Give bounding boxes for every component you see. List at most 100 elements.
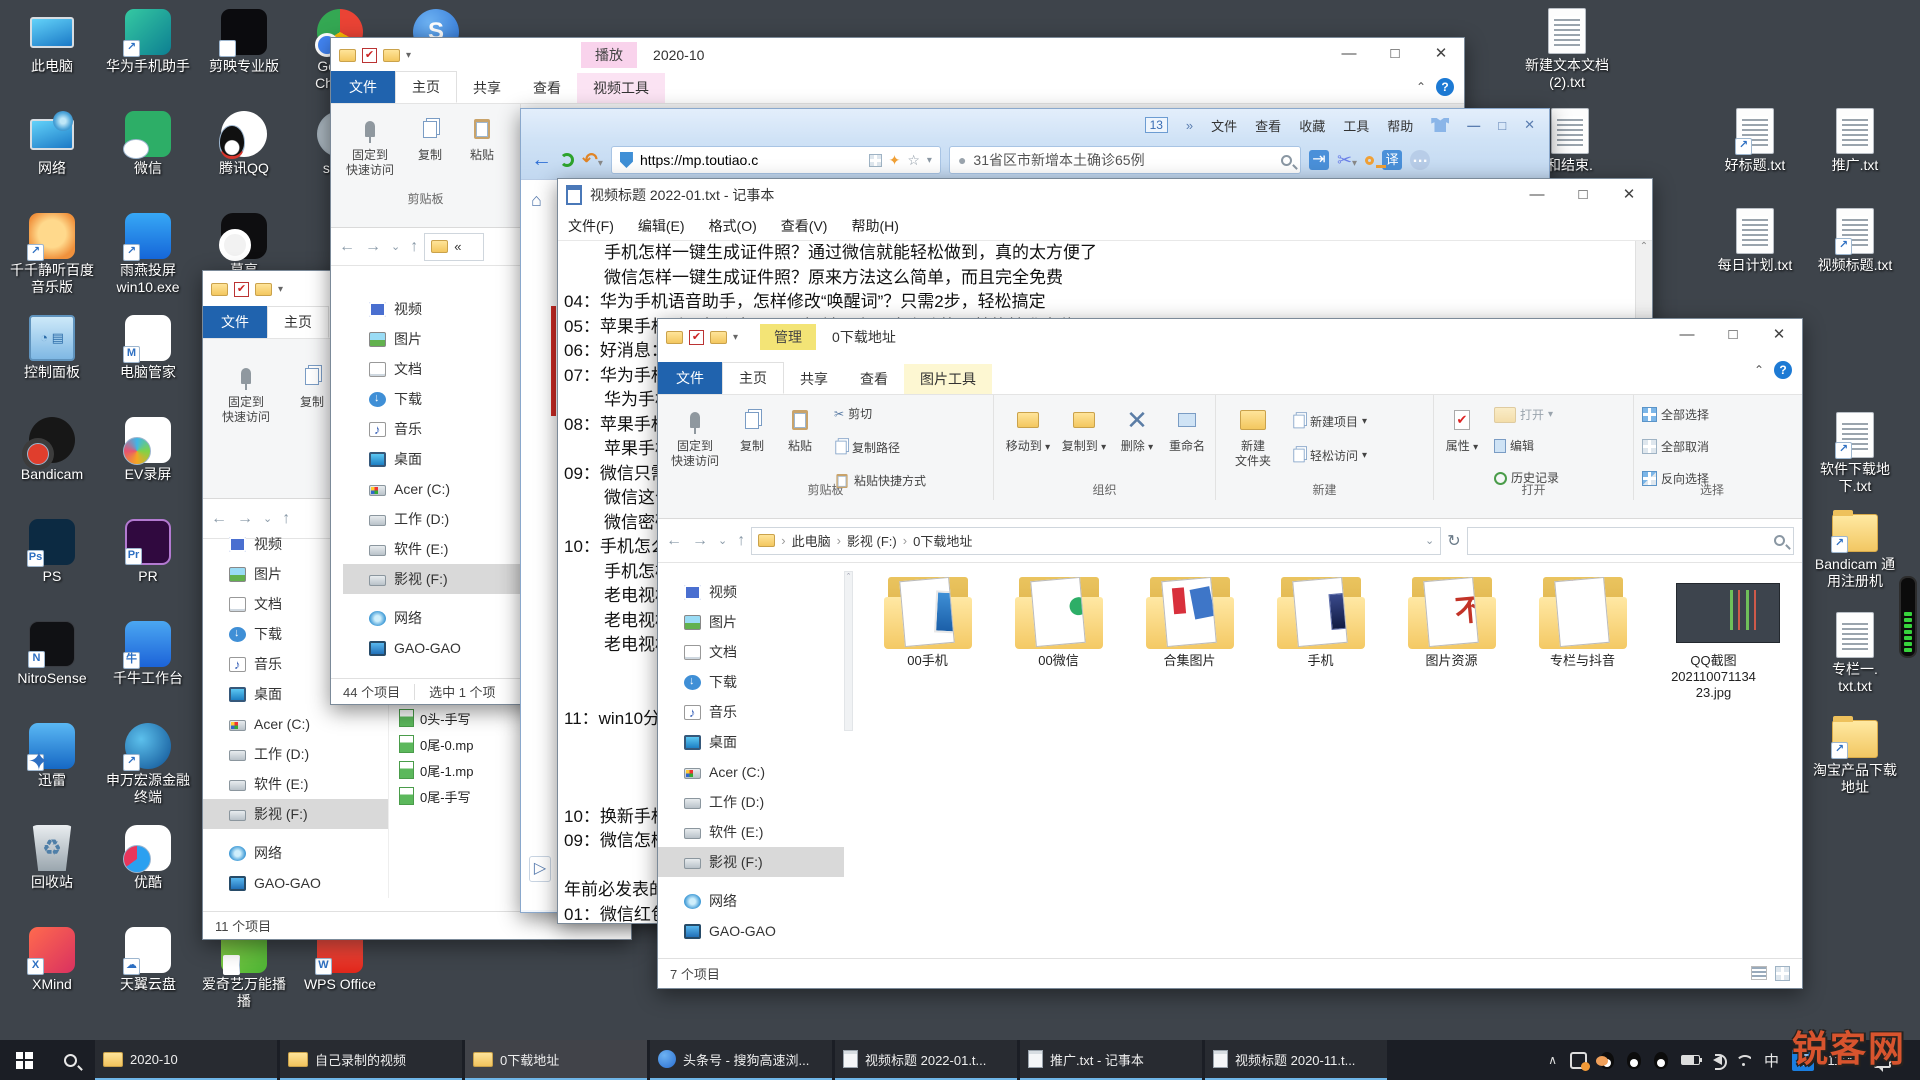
desktop-icon-bandicam-reg[interactable]: Bandicam 通 用注册机 xyxy=(1807,510,1903,590)
minimize-button[interactable]: — xyxy=(1514,179,1560,211)
menu-help[interactable]: 帮助 xyxy=(1387,116,1413,135)
minimize-button[interactable]: — xyxy=(1326,38,1372,72)
folder-icon[interactable] xyxy=(710,331,727,344)
more-options-icon[interactable]: … xyxy=(1410,150,1430,170)
file-area[interactable]: 00手机 00微信 合集图片 手机 图片资源 xyxy=(862,571,1794,701)
close-button[interactable]: ✕ xyxy=(1524,117,1535,133)
desktop-icon[interactable]: PR xyxy=(100,514,196,616)
menu-format[interactable]: 格式(O) xyxy=(709,216,757,236)
skin-icon[interactable] xyxy=(1431,118,1449,132)
desktop-icon[interactable]: 剪映专业版 xyxy=(196,4,292,106)
nav-item[interactable]: 视频 xyxy=(658,577,844,607)
tab-view[interactable]: 查看 xyxy=(517,73,577,103)
move-to-button[interactable]: 移动到 ▾ xyxy=(1000,403,1056,455)
folder-item[interactable]: 手机 xyxy=(1255,571,1386,701)
desktop-icon-tuiguang[interactable]: 推广.txt xyxy=(1807,108,1903,174)
nav-item[interactable]: 桌面 xyxy=(658,727,844,757)
menu-file[interactable]: 文件(F) xyxy=(568,216,614,236)
taskbar-window-button[interactable]: 0下载地址 xyxy=(465,1040,647,1080)
copy-button[interactable]: 复制 xyxy=(728,403,776,454)
maximize-button[interactable]: □ xyxy=(1498,118,1506,133)
pin-to-quick-access-button[interactable]: 固定到快速访问 xyxy=(215,359,277,425)
folder-icon[interactable] xyxy=(211,283,228,296)
select-all-button[interactable]: 全部选择 xyxy=(1642,407,1709,422)
url-bar[interactable]: https://mp.toutiao.c ✦ ☆ ▾ xyxy=(611,146,941,174)
nav-item[interactable]: Acer (C:) xyxy=(658,757,844,787)
details-view-icon[interactable] xyxy=(1751,966,1767,980)
desktop-icon-shipinbiaoti[interactable]: 视频标题.txt xyxy=(1807,208,1903,274)
search-hotword[interactable]: 31省区市新增本土确诊65例 xyxy=(973,150,1274,170)
tab-home[interactable]: 主页 xyxy=(267,306,329,338)
sync-tray-icon[interactable] xyxy=(1570,1052,1587,1069)
taskbar-window-button[interactable]: 推广.txt - 记事本 xyxy=(1020,1040,1202,1080)
hidden-icons-chevron[interactable]: ∧ xyxy=(1548,1053,1557,1067)
titlebar[interactable]: 视频标题 2022-01.txt - 记事本 — □ ✕ xyxy=(558,179,1652,211)
nav-item[interactable]: 音乐 xyxy=(343,414,529,444)
chevron-down-icon[interactable]: ▾ xyxy=(406,50,411,61)
tab-file[interactable]: 文件 xyxy=(203,306,267,338)
screenshot-scissors-icon[interactable]: ✂▾ xyxy=(1337,150,1357,171)
nav-item[interactable]: 影视 (F:) xyxy=(203,799,388,829)
nav-item[interactable]: 下载 xyxy=(658,667,844,697)
close-button[interactable]: ✕ xyxy=(1756,319,1802,355)
pin-to-quick-access-button[interactable]: 固定到快速访问 xyxy=(339,112,401,178)
taskbar-window-button[interactable]: 自己录制的视频 xyxy=(280,1040,462,1080)
volume-icon[interactable] xyxy=(1713,1055,1722,1065)
folder-item[interactable]: 合集图片 xyxy=(1124,571,1255,701)
url-text[interactable]: https://mp.toutiao.c xyxy=(640,152,862,168)
taskbar-search-button[interactable] xyxy=(48,1040,92,1080)
desktop-icon[interactable]: PS xyxy=(4,514,100,616)
nav-item[interactable]: 视频 xyxy=(343,294,529,324)
cut-button[interactable]: ✂剪切 xyxy=(834,407,872,421)
tab-share[interactable]: 共享 xyxy=(784,364,844,394)
nav-scrollbar[interactable]: ⌃ xyxy=(844,571,853,731)
start-button[interactable] xyxy=(0,1040,48,1080)
history-button[interactable]: 历史记录 xyxy=(1494,471,1559,485)
new-folder-button[interactable]: 新建文件夹 xyxy=(1224,403,1282,469)
home-icon[interactable]: ⌂ xyxy=(531,190,542,211)
nav-item[interactable]: 网络 xyxy=(658,886,844,916)
nav-item[interactable]: GAO-GAO xyxy=(343,633,529,663)
folder-item[interactable]: 图片资源 xyxy=(1386,571,1517,701)
close-button[interactable]: ✕ xyxy=(1418,38,1464,72)
menu-overflow-icon[interactable]: » xyxy=(1186,118,1193,133)
wifi-icon[interactable] xyxy=(1735,1055,1751,1066)
maximize-button[interactable]: □ xyxy=(1710,319,1756,355)
paste-button[interactable]: 粘贴 xyxy=(776,403,824,454)
nav-item[interactable]: Acer (C:) xyxy=(203,709,388,739)
nav-item[interactable]: 文档 xyxy=(343,354,529,384)
desktop-icon[interactable]: 微信 xyxy=(100,106,196,208)
tab-view[interactable]: 查看 xyxy=(844,364,904,394)
undo-icon[interactable]: ↶▾ xyxy=(582,149,603,172)
menu-view[interactable]: 查看 xyxy=(1255,116,1281,135)
folder-item[interactable]: 00手机 xyxy=(862,571,993,701)
breadcrumb-overflow[interactable]: « xyxy=(454,239,461,254)
qq-tray-icon[interactable] xyxy=(1600,1052,1614,1069)
invert-selection-button[interactable]: 反向选择 xyxy=(1642,471,1709,486)
nav-item[interactable]: 影视 (F:) xyxy=(343,564,529,594)
folder-item[interactable]: 00微信 xyxy=(993,571,1124,701)
tab-home[interactable]: 主页 xyxy=(722,362,784,394)
folder-icon[interactable] xyxy=(383,49,400,62)
refresh-icon[interactable] xyxy=(560,153,574,167)
nav-item[interactable]: GAO-GAO xyxy=(658,916,844,946)
tab-count-badge[interactable]: 13 xyxy=(1145,117,1168,133)
pin-to-quick-access-button[interactable]: 固定到快速访问 xyxy=(664,403,726,469)
folder-icon[interactable] xyxy=(255,283,272,296)
help-icon[interactable]: ? xyxy=(1774,361,1792,379)
nav-item[interactable]: 图片 xyxy=(343,324,529,354)
qr-code-icon[interactable] xyxy=(869,154,882,167)
desktop-icon[interactable]: 雨燕投屏 win10.exe xyxy=(100,208,196,310)
menu-favorites[interactable]: 收藏 xyxy=(1299,116,1325,135)
desktop-icon-newtxt[interactable]: 新建文本文档 (2).txt xyxy=(1519,8,1615,91)
desktop-icon[interactable]: 网络 xyxy=(4,106,100,208)
nav-item[interactable]: Acer (C:) xyxy=(343,474,529,504)
context-tab-play[interactable]: 播放 xyxy=(581,42,637,68)
desktop-icon[interactable]: 控制面板 xyxy=(4,310,100,412)
nav-item[interactable]: 桌面 xyxy=(343,444,529,474)
nav-item[interactable]: 网络 xyxy=(203,838,388,868)
desktop-icon[interactable]: 千千静听百度 音乐版 xyxy=(4,208,100,310)
context-tab-manage[interactable]: 管理 xyxy=(760,324,816,350)
breadcrumb[interactable]: › 此电脑 › 影视 (F:) › 0下载地址 ⌄ xyxy=(751,527,1441,555)
lightning-icon[interactable]: ✦ xyxy=(889,152,901,169)
